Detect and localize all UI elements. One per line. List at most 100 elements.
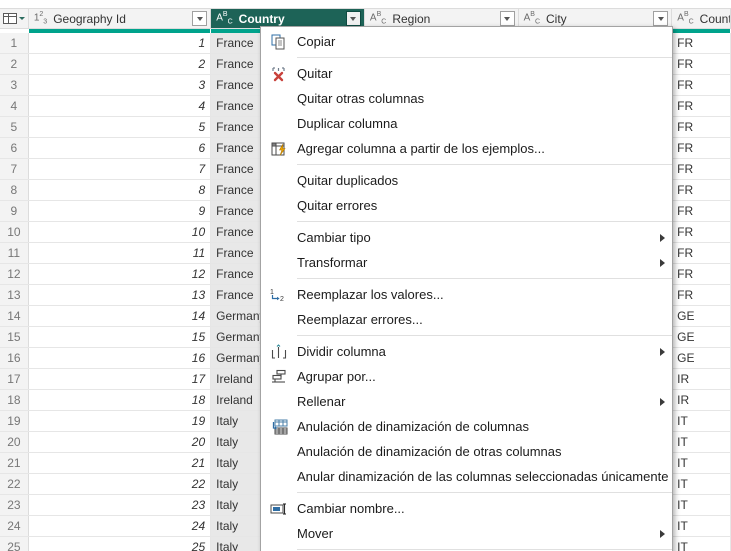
cell-geography_id[interactable]: 8 [28, 180, 212, 200]
menu-item-icon-slot [261, 521, 297, 546]
cell-geography_id[interactable]: 3 [28, 75, 212, 95]
svg-text:1: 1 [270, 289, 274, 296]
cell-geography_id[interactable]: 25 [28, 537, 212, 551]
cell-count[interactable]: FR [672, 180, 731, 200]
menu-item-icon-slot [261, 193, 297, 218]
cell-count[interactable]: FR [672, 201, 731, 221]
cell-count[interactable]: GE [672, 306, 731, 326]
cell-count[interactable]: FR [672, 138, 731, 158]
cell-geography_id[interactable]: 1 [28, 33, 212, 53]
cell-geography_id[interactable]: 10 [28, 222, 212, 242]
replace-values-icon: 1 2 [270, 287, 288, 303]
cell-geography_id[interactable]: 19 [28, 411, 212, 431]
cell-geography_id[interactable]: 7 [28, 159, 212, 179]
menu-item-label: Anular dinamización de las columnas sele… [297, 469, 669, 484]
menu-item-agregar-columna-a-partir-de-los-ejemplos[interactable]: Agregar columna a partir de los ejemplos… [261, 136, 672, 161]
column-context-menu[interactable]: Copiar Quitar Quitar otras columnas Duplic… [260, 26, 673, 551]
cell-geography_id[interactable]: 13 [28, 285, 212, 305]
cell-count[interactable]: FR [672, 243, 731, 263]
menu-item-reemplazar-los-valores[interactable]: 1 2 Reemplazar los valores... [261, 282, 672, 307]
menu-item-copiar[interactable]: Copiar [261, 29, 672, 54]
menu-item-transformar[interactable]: Transformar [261, 250, 672, 275]
cell-geography_id[interactable]: 4 [28, 96, 212, 116]
row-number: 2 [0, 54, 29, 74]
cell-geography_id[interactable]: 16 [28, 348, 212, 368]
cell-geography_id[interactable]: 18 [28, 390, 212, 410]
cell-count[interactable]: IR [672, 369, 731, 389]
cell-count[interactable]: FR [672, 117, 731, 137]
cell-count[interactable]: FR [672, 264, 731, 284]
menu-item-quitar-errores[interactable]: Quitar errores [261, 193, 672, 218]
menu-item-agrupar-por[interactable]: Agrupar por... [261, 364, 672, 389]
row-number: 17 [0, 369, 29, 389]
menu-item-quitar-otras-columnas[interactable]: Quitar otras columnas [261, 86, 672, 111]
cell-geography_id[interactable]: 2 [28, 54, 212, 74]
cell-geography_id[interactable]: 23 [28, 495, 212, 515]
menu-item-icon-slot [261, 496, 297, 521]
column-header-count[interactable]: ABC Count [672, 9, 731, 28]
cell-geography_id[interactable]: 11 [28, 243, 212, 263]
cell-count[interactable]: IT [672, 453, 731, 473]
column-filter-button[interactable] [653, 11, 669, 26]
submenu-arrow-icon [652, 529, 672, 538]
cell-geography_id[interactable]: 5 [28, 117, 212, 137]
column-filter-button[interactable] [499, 11, 515, 26]
row-number: 24 [0, 516, 29, 536]
column-filter-button[interactable] [345, 11, 361, 26]
menu-item-cambiar-tipo[interactable]: Cambiar tipo [261, 225, 672, 250]
cell-geography_id[interactable]: 17 [28, 369, 212, 389]
cell-geography_id[interactable]: 24 [28, 516, 212, 536]
column-header-geography-id[interactable]: 123 Geography Id [28, 9, 212, 28]
cell-count[interactable]: FR [672, 285, 731, 305]
cell-count[interactable]: IR [672, 390, 731, 410]
menu-item-duplicar-columna[interactable]: Duplicar columna [261, 111, 672, 136]
cell-geography_id[interactable]: 15 [28, 327, 212, 347]
menu-item-quitar[interactable]: Quitar [261, 61, 672, 86]
menu-item-anulación-de-dinamización-de-columnas[interactable]: Anulación de dinamización de columnas [261, 414, 672, 439]
menu-item-label: Quitar otras columnas [297, 91, 425, 106]
svg-text:2: 2 [280, 296, 284, 303]
cell-count[interactable]: IT [672, 516, 731, 536]
cell-geography_id[interactable]: 9 [28, 201, 212, 221]
cell-count[interactable]: IT [672, 432, 731, 452]
cell-count[interactable]: FR [672, 159, 731, 179]
cell-count[interactable]: IT [672, 474, 731, 494]
cell-count[interactable]: FR [672, 33, 731, 53]
submenu-arrow-icon [652, 347, 672, 356]
cell-count[interactable]: GE [672, 327, 731, 347]
cell-geography_id[interactable]: 6 [28, 138, 212, 158]
cell-count[interactable]: FR [672, 96, 731, 116]
group-by-icon [271, 369, 287, 385]
rename-icon [270, 502, 288, 516]
chevron-down-icon [196, 16, 203, 21]
menu-item-cambiar-nombre[interactable]: Cambiar nombre... [261, 496, 672, 521]
column-header-label: City [546, 11, 567, 26]
cell-count[interactable]: IT [672, 495, 731, 515]
cell-geography_id[interactable]: 12 [28, 264, 212, 284]
cell-geography_id[interactable]: 22 [28, 474, 212, 494]
menu-item-dividir-columna[interactable]: Dividir columna [261, 339, 672, 364]
menu-item-reemplazar-errores[interactable]: Reemplazar errores... [261, 307, 672, 332]
column-header-label: Country [238, 11, 285, 26]
cell-count[interactable]: IT [672, 411, 731, 431]
grid-corner-select-all[interactable] [0, 9, 29, 28]
menu-item-anulación-de-dinamización-de-otras-columnas[interactable]: Anulación de dinamización de otras colum… [261, 439, 672, 464]
menu-item-anular-dinamización-de-las-columnas-seleccionadas-únicamente[interactable]: Anular dinamización de las columnas sele… [261, 464, 672, 489]
menu-item-label: Cambiar nombre... [297, 501, 405, 516]
menu-item-quitar-duplicados[interactable]: Quitar duplicados [261, 168, 672, 193]
cell-count[interactable]: GE [672, 348, 731, 368]
cell-count[interactable]: IT [672, 537, 731, 551]
cell-count[interactable]: FR [672, 54, 731, 74]
column-header-label: Geography Id [53, 11, 126, 26]
menu-item-icon-slot [261, 86, 297, 111]
menu-separator [297, 221, 672, 222]
menu-item-icon-slot [261, 111, 297, 136]
cell-count[interactable]: FR [672, 75, 731, 95]
column-filter-button[interactable] [192, 11, 208, 26]
cell-geography_id[interactable]: 21 [28, 453, 212, 473]
cell-geography_id[interactable]: 20 [28, 432, 212, 452]
menu-item-rellenar[interactable]: Rellenar [261, 389, 672, 414]
menu-item-mover[interactable]: Mover [261, 521, 672, 546]
cell-geography_id[interactable]: 14 [28, 306, 212, 326]
cell-count[interactable]: FR [672, 222, 731, 242]
